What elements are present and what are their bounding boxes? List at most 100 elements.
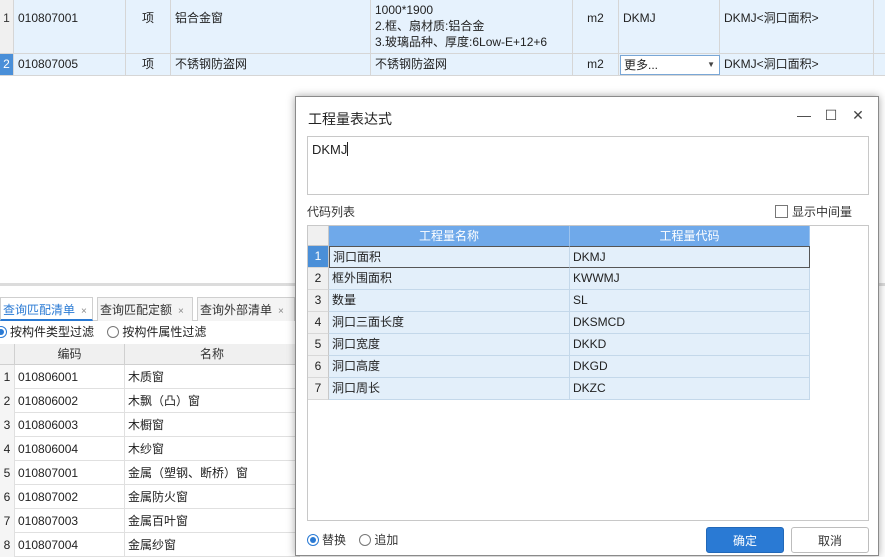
checkbox-icon[interactable] [775, 205, 788, 218]
code-row[interactable]: 6 洞口高度 DKGD [308, 356, 810, 378]
close-icon[interactable]: × [278, 306, 284, 317]
header-qty-name[interactable]: 工程量名称 [329, 226, 570, 246]
filter-by-attr-label[interactable]: 按构件属性过滤 [122, 325, 206, 339]
row-code[interactable]: 010806002 [15, 389, 125, 413]
qty-name[interactable]: 洞口宽度 [329, 334, 570, 356]
bill-row[interactable]: 1 010807001 项 铝合金窗 1000*1900 2.框、扇材质:铝合金… [0, 0, 885, 54]
row-code[interactable]: 010806004 [15, 437, 125, 461]
bill-unit[interactable]: m2 [573, 54, 619, 75]
row-name[interactable]: 木橱窗 [125, 413, 300, 437]
table-row[interactable]: 2 010806002 木飘（凸）窗 [0, 389, 300, 413]
code-row[interactable]: 1 洞口面积 DKMJ [308, 246, 810, 268]
header-name[interactable]: 名称 [125, 344, 300, 365]
row-name[interactable]: 木质窗 [125, 365, 300, 389]
maximize-icon[interactable]: ☐ [821, 105, 841, 125]
row-name[interactable]: 金属（塑钢、断桥）窗 [125, 461, 300, 485]
bill-description[interactable]: 不锈钢防盗网 [371, 54, 573, 75]
row-code[interactable]: 010807003 [15, 509, 125, 533]
row-code[interactable]: 010807002 [15, 485, 125, 509]
tab-external-bill[interactable]: 查询外部清单 × [197, 297, 295, 321]
code-row[interactable]: 3 数量 SL [308, 290, 810, 312]
qty-name[interactable]: 洞口三面长度 [329, 312, 570, 334]
row-index[interactable]: 2 [308, 268, 329, 290]
row-index[interactable]: 6 [308, 356, 329, 378]
qty-code[interactable]: DKMJ [570, 246, 810, 268]
code-row[interactable]: 5 洞口宽度 DKKD [308, 334, 810, 356]
bill-item-type[interactable]: 项 [126, 54, 171, 75]
code-row[interactable]: 4 洞口三面长度 DKSMCD [308, 312, 810, 334]
table-row[interactable]: 8 010807004 金属纱窗 [0, 533, 300, 557]
close-icon[interactable]: ✕ [848, 105, 868, 125]
row-name[interactable]: 金属百叶窗 [125, 509, 300, 533]
row-name[interactable]: 木飘（凸）窗 [125, 389, 300, 413]
table-row[interactable]: 1 010806001 木质窗 [0, 365, 300, 389]
row-index[interactable]: 1 [0, 0, 14, 53]
row-code[interactable]: 010806001 [15, 365, 125, 389]
show-intermediate-checkbox[interactable]: 显示中间量 [775, 203, 852, 220]
bill-unit[interactable]: m2 [573, 0, 619, 53]
qty-code[interactable]: DKKD [570, 334, 810, 356]
table-row[interactable]: 7 010807003 金属百叶窗 [0, 509, 300, 533]
qty-code[interactable]: KWWMJ [570, 268, 810, 290]
filter-by-type-radio[interactable] [0, 326, 7, 338]
row-index[interactable]: 6 [0, 485, 15, 509]
bill-qty-code[interactable]: DKMJ [619, 0, 720, 53]
close-icon[interactable]: × [178, 306, 184, 317]
tab-match-quota[interactable]: 查询匹配定额 × [97, 297, 193, 321]
row-index[interactable]: 4 [308, 312, 329, 334]
table-row[interactable]: 5 010807001 金属（塑钢、断桥）窗 [0, 461, 300, 485]
minimize-icon[interactable]: — [794, 105, 814, 125]
row-index[interactable]: 3 [0, 413, 15, 437]
qty-name[interactable]: 洞口高度 [329, 356, 570, 378]
row-name[interactable]: 金属纱窗 [125, 533, 300, 557]
code-row[interactable]: 2 框外围面积 KWWMJ [308, 268, 810, 290]
bill-qty-expression[interactable]: DKMJ<洞口面积> [720, 0, 874, 53]
qty-name[interactable]: 数量 [329, 290, 570, 312]
row-index[interactable]: 2 [0, 54, 14, 75]
row-index[interactable]: 5 [0, 461, 15, 485]
cancel-button[interactable]: 取消 [791, 527, 869, 553]
bill-qty-expression[interactable]: DKMJ<洞口面积> [720, 54, 874, 75]
row-index[interactable]: 8 [0, 533, 15, 557]
row-index[interactable]: 3 [308, 290, 329, 312]
table-row[interactable]: 6 010807002 金属防火窗 [0, 485, 300, 509]
code-row[interactable]: 7 洞口周长 DKZC [308, 378, 810, 400]
row-name[interactable]: 木纱窗 [125, 437, 300, 461]
row-name[interactable]: 金属防火窗 [125, 485, 300, 509]
row-index[interactable]: 5 [308, 334, 329, 356]
qty-name[interactable]: 洞口周长 [329, 378, 570, 400]
checkbox-label[interactable]: 显示中间量 [792, 205, 852, 219]
replace-label[interactable]: 替换 [322, 533, 346, 547]
row-index[interactable]: 7 [308, 378, 329, 400]
bill-code[interactable]: 010807005 [14, 54, 126, 75]
tab-match-bill[interactable]: 查询匹配清单 × [0, 297, 93, 321]
expression-input[interactable]: DKMJ [307, 136, 869, 195]
qty-code[interactable]: SL [570, 290, 810, 312]
bill-row[interactable]: 2 010807005 项 不锈钢防盗网 不锈钢防盗网 m2 DKMJ<洞口面积… [0, 54, 885, 76]
qty-name[interactable]: 框外围面积 [329, 268, 570, 290]
row-code[interactable]: 010807001 [15, 461, 125, 485]
header-qty-code[interactable]: 工程量代码 [570, 226, 810, 246]
close-icon[interactable]: × [81, 306, 87, 317]
header-code[interactable]: 编码 [15, 344, 125, 365]
bill-description[interactable]: 1000*1900 2.框、扇材质:铝合金 3.玻璃品种、厚度:6Low-E+1… [371, 0, 573, 53]
row-index[interactable]: 2 [0, 389, 15, 413]
append-radio[interactable] [359, 534, 372, 546]
qty-code[interactable]: DKSMCD [570, 312, 810, 334]
qty-code[interactable]: DKZC [570, 378, 810, 400]
row-index[interactable]: 1 [0, 365, 15, 389]
table-row[interactable]: 4 010806004 木纱窗 [0, 437, 300, 461]
row-code[interactable]: 010806003 [15, 413, 125, 437]
replace-radio[interactable] [307, 534, 319, 546]
filter-by-type-label[interactable]: 按构件类型过滤 [10, 325, 94, 339]
append-label[interactable]: 追加 [374, 533, 398, 547]
bill-item-type[interactable]: 项 [126, 0, 171, 53]
bill-name[interactable]: 不锈钢防盗网 [171, 54, 371, 75]
filter-by-attr-radio[interactable] [107, 326, 120, 338]
bill-code[interactable]: 010807001 [14, 0, 126, 53]
row-index[interactable]: 4 [0, 437, 15, 461]
qty-name[interactable]: 洞口面积 [329, 246, 570, 268]
chevron-down-icon[interactable]: ▼ [707, 56, 715, 74]
qty-code-dropdown[interactable]: 更多... ▼ [620, 55, 720, 75]
row-code[interactable]: 010807004 [15, 533, 125, 557]
